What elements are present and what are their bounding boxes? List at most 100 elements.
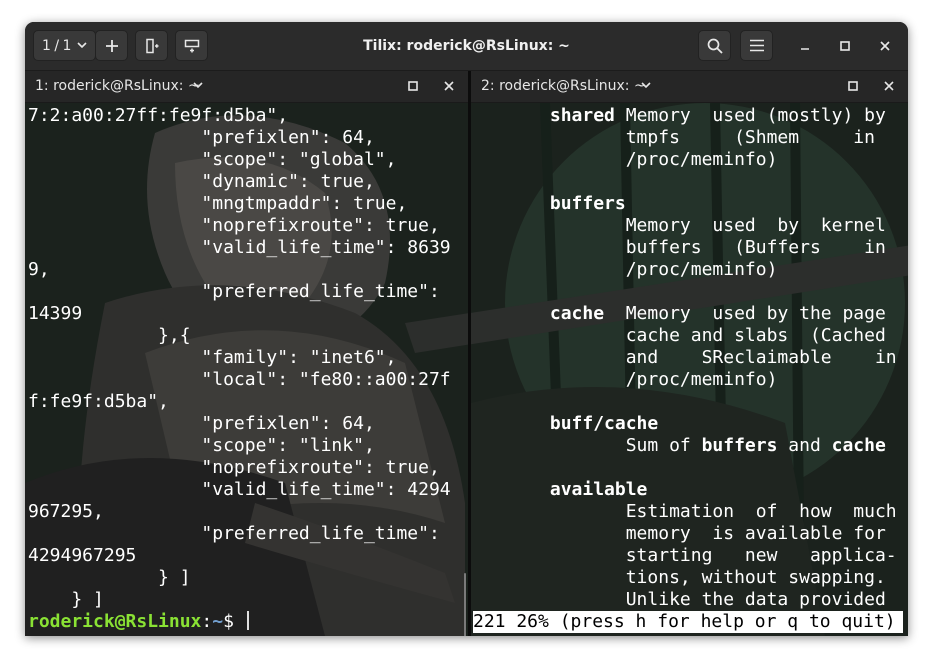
man-line: Estimation of how much <box>474 501 897 523</box>
terminal-line: "local": "fe80::a00:27f <box>28 369 451 390</box>
man-line: /proc/meminfo) <box>474 259 897 281</box>
man-text: Memory used by the page <box>604 303 886 324</box>
terminal-pane-right[interactable]: 2: roderick@RsLinux: ~ shared Memory use… <box>471 71 908 636</box>
man-text: /proc/meminfo) <box>474 149 778 170</box>
terminal-line: 9, <box>28 259 50 280</box>
terminal-view-left[interactable]: 7:2:a00:27ff:fe9f:d5ba", "prefixlen": 64… <box>25 103 468 636</box>
maximize-terminal-icon[interactable] <box>848 81 858 91</box>
man-line: /proc/meminfo) <box>474 149 897 171</box>
man-line <box>474 391 897 413</box>
man-text: Sum of <box>474 435 702 456</box>
close-terminal-icon[interactable] <box>444 81 454 91</box>
man-line: /proc/meminfo) <box>474 369 897 391</box>
man-line: tmpfs (Shmem in <box>474 127 897 149</box>
man-text: and <box>777 435 832 456</box>
man-line: cache Memory used by the page <box>474 303 897 325</box>
man-text: buffers (Buffers in <box>474 237 886 258</box>
add-session-button[interactable] <box>95 30 128 61</box>
hamburger-menu-icon <box>749 39 764 52</box>
maximize-button[interactable] <box>835 36 855 56</box>
terminal-view-right[interactable]: shared Memory used (mostly) by tmpfs (Sh… <box>471 103 908 636</box>
chevron-down-icon[interactable] <box>641 82 651 89</box>
maximize-icon <box>840 41 850 51</box>
man-term: cache <box>549 303 605 324</box>
terminal-line: 4294967295 <box>28 545 137 566</box>
terminal-title-menu[interactable]: 1: roderick@RsLinux: ~ <box>35 71 200 102</box>
terminal-output-left: 7:2:a00:27ff:fe9f:d5ba", "prefixlen": 64… <box>28 105 451 633</box>
man-text <box>474 193 550 214</box>
main-menu-button[interactable] <box>740 30 773 61</box>
man-text: /proc/meminfo) <box>474 369 778 390</box>
pane-title-bar: 1: roderick@RsLinux: ~ <box>25 71 468 103</box>
man-line: tions, without swapping. <box>474 567 897 589</box>
close-icon <box>880 41 890 51</box>
split-down-icon <box>184 39 199 52</box>
man-text <box>474 413 550 434</box>
man-line: shared Memory used (mostly) by <box>474 105 897 127</box>
plus-icon <box>105 39 118 52</box>
chevron-down-icon <box>77 42 87 49</box>
text-cursor <box>246 611 249 630</box>
man-term: available <box>549 479 648 500</box>
close-button[interactable] <box>875 36 895 56</box>
add-terminal-right-button[interactable] <box>135 30 168 61</box>
man-term: buffers <box>549 193 626 214</box>
add-terminal-down-button[interactable] <box>175 30 208 61</box>
shell-prompt[interactable]: roderick@RsLinux:~$ <box>28 611 451 633</box>
terminal-line: "family": "inet6", <box>28 347 397 368</box>
find-button[interactable] <box>698 30 731 61</box>
man-line: buff/cache <box>474 413 897 435</box>
terminal-line: "valid_life_time": 4294 <box>28 479 451 500</box>
close-terminal-icon[interactable] <box>884 81 894 91</box>
pager-status-line: 221 26% (press h for help or q to quit) <box>473 611 903 633</box>
minimize-button[interactable] <box>795 36 815 56</box>
man-page-output: shared Memory used (mostly) by tmpfs (Sh… <box>474 105 897 611</box>
prompt-colon: : <box>201 611 213 632</box>
man-text <box>474 479 550 500</box>
prompt-symbol: $ <box>223 611 245 632</box>
man-line: memory is available for <box>474 523 897 545</box>
terminal-line: "noprefixroute": true, <box>28 457 440 478</box>
prompt-user-host: roderick@RsLinux <box>28 611 202 632</box>
session-label: 1 / 1 <box>42 37 71 54</box>
man-line: starting new applica- <box>474 545 897 567</box>
terminal-line: "valid_life_time": 8639 <box>28 237 451 258</box>
man-text: Estimation of how much <box>474 501 897 522</box>
man-line: buffers <box>474 193 897 215</box>
man-text: Memory used (mostly) by <box>614 105 886 126</box>
terminal-line: "scope": "link", <box>28 435 375 456</box>
man-term: cache <box>831 435 886 456</box>
man-text: tmpfs (Shmem in <box>474 127 875 148</box>
terminal-line: "dynamic": true, <box>28 171 375 192</box>
man-line: Unlike the data provided <box>474 589 897 611</box>
man-text <box>474 105 550 126</box>
terminal-line: "prefixlen": 64, <box>28 413 375 434</box>
man-text: tions, without swapping. <box>474 567 886 588</box>
man-term: shared <box>549 105 615 126</box>
session-switcher-button[interactable]: 1 / 1 <box>33 30 96 61</box>
tilix-window: 1 / 1 Tilix: roderick@RsLinux: ~ 1: rode… <box>25 22 908 636</box>
chevron-down-icon[interactable] <box>193 82 203 89</box>
terminal-line: f:fe9f:d5ba", <box>28 391 169 412</box>
man-term: buffers <box>701 435 778 456</box>
terminal-line: "mngtmpaddr": true, <box>28 193 408 214</box>
terminal-line: 7:2:a00:27ff:fe9f:d5ba", <box>28 105 289 126</box>
terminal-scrollbar[interactable] <box>464 573 466 636</box>
terminal-line: 14399 <box>28 303 83 324</box>
man-line: Sum of buffers and cache <box>474 435 897 457</box>
header-bar: 1 / 1 Tilix: roderick@RsLinux: ~ <box>25 22 908 71</box>
terminal-line: },{ <box>28 325 191 346</box>
split-right-icon <box>145 38 158 53</box>
man-line: available <box>474 479 897 501</box>
man-text: and SReclaimable in <box>474 347 897 368</box>
man-line <box>474 171 897 193</box>
terminal-title-menu[interactable]: 2: roderick@RsLinux: ~ <box>481 71 646 102</box>
man-line: and SReclaimable in <box>474 347 897 369</box>
man-text: /proc/meminfo) <box>474 259 778 280</box>
prompt-path: ~ <box>212 611 224 632</box>
terminal-line: "preferred_life_time": <box>28 523 440 544</box>
maximize-terminal-icon[interactable] <box>408 81 418 91</box>
terminal-pane-left[interactable]: 1: roderick@RsLinux: ~ 7:2:a00:27ff:fe9f… <box>25 71 468 636</box>
terminal-line: 967295, <box>28 501 104 522</box>
man-text <box>474 303 550 324</box>
